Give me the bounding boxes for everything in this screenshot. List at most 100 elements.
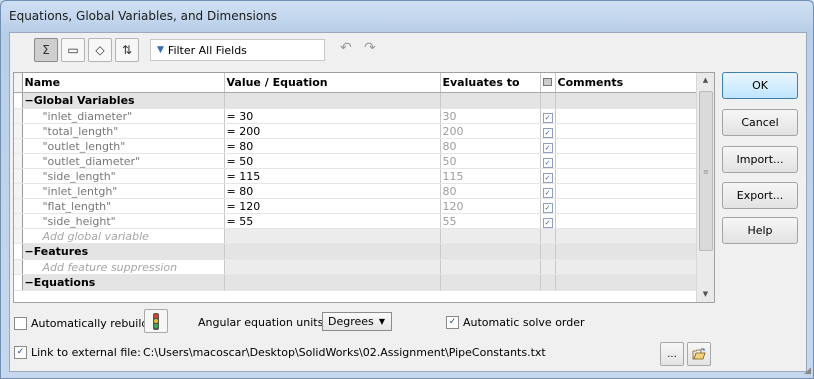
comment-cell[interactable] (555, 198, 698, 214)
variable-value[interactable]: = 80 (224, 183, 441, 199)
checkbox-box[interactable]: ✓ (14, 346, 27, 359)
rebuild-status-button[interactable] (144, 309, 168, 333)
auto-rebuild-label: Automatically rebuild (31, 317, 149, 330)
comment-cell[interactable] (555, 138, 698, 154)
import-button[interactable]: Import... (722, 146, 798, 173)
checkbox-icon[interactable]: ✓ (542, 202, 553, 213)
table-row[interactable]: "outlet_length" = 80 80 ✓ (14, 138, 698, 154)
suppress-cell[interactable]: ✓ (540, 198, 556, 214)
comment-cell[interactable] (555, 183, 698, 199)
section-features[interactable]: −Features (14, 243, 698, 260)
checkbox-icon[interactable]: ✓ (542, 157, 553, 168)
redo-icon[interactable]: ↷ (364, 40, 376, 56)
variable-name[interactable]: "total_length" (22, 123, 225, 139)
add-feature-suppression-row[interactable]: Add feature suppression (14, 259, 698, 275)
variable-value[interactable]: = 115 (224, 168, 441, 184)
sketch-equation-view-button[interactable]: ▭ (61, 38, 85, 62)
section-equations[interactable]: −Equations (14, 274, 698, 291)
column-header-value[interactable]: Value / Equation (224, 73, 441, 93)
table-row[interactable]: "flat_length" = 120 120 ✓ (14, 198, 698, 214)
open-file-button[interactable] (687, 342, 711, 366)
suppress-cell[interactable]: ✓ (540, 108, 556, 124)
checkbox-icon[interactable]: ✓ (542, 217, 553, 228)
collapse-icon[interactable]: − (25, 276, 34, 289)
variable-name[interactable]: "inlet_diameter" (22, 108, 225, 124)
section-global-variables[interactable]: −Global Variables (14, 92, 698, 109)
variable-evaluates: 80 (440, 138, 541, 154)
comment-cell[interactable] (555, 153, 698, 169)
column-header-comments[interactable]: Comments (555, 73, 698, 93)
auto-solve-label: Automatic solve order (463, 316, 585, 329)
scrollbar-thumb[interactable]: ≡ (699, 91, 713, 251)
column-header-evaluates[interactable]: Evaluates to (440, 73, 541, 93)
variable-name[interactable]: "side_length" (22, 168, 225, 184)
title-bar[interactable]: Equations, Global Variables, and Dimensi… (1, 1, 813, 33)
checkbox-icon[interactable]: ✓ (542, 142, 553, 153)
table-row[interactable]: "total_length" = 200 200 ✓ (14, 123, 698, 139)
variable-name[interactable]: "outlet_length" (22, 138, 225, 154)
checkbox-icon[interactable]: ✓ (542, 112, 553, 123)
suppress-cell[interactable]: ✓ (540, 168, 556, 184)
add-global-variable-cell[interactable]: Add global variable (22, 228, 225, 244)
resize-grip-icon[interactable]: ◢ (804, 366, 811, 376)
suppress-cell[interactable]: ✓ (540, 153, 556, 169)
help-button[interactable]: Help (722, 217, 798, 244)
angular-units-label: Angular equation units: (198, 316, 328, 329)
dimension-view-icon: ◇ (95, 43, 105, 57)
collapse-icon[interactable]: − (25, 94, 34, 107)
variable-name[interactable]: "outlet_diameter" (22, 153, 225, 169)
checkbox-icon[interactable]: ✓ (542, 172, 553, 183)
variable-value[interactable]: = 80 (224, 138, 441, 154)
auto-rebuild-checkbox[interactable]: Automatically rebuild (14, 317, 148, 330)
undo-icon[interactable]: ↶ (340, 40, 352, 56)
add-feature-suppression-cell[interactable]: Add feature suppression (22, 259, 225, 275)
variable-value[interactable]: = 120 (224, 198, 441, 214)
comment-cell[interactable] (555, 213, 698, 229)
table-row[interactable]: "side_length" = 115 115 ✓ (14, 168, 698, 184)
export-button[interactable]: Export... (722, 182, 798, 209)
header-row: Name Value / Equation Evaluates to Comme… (14, 73, 698, 93)
checkbox-icon[interactable]: ✓ (542, 127, 553, 138)
scroll-up-icon[interactable]: ▲ (697, 73, 714, 88)
suppress-cell[interactable]: ✓ (540, 123, 556, 139)
table-row[interactable]: "inlet_diameter" = 30 30 ✓ (14, 108, 698, 124)
dimension-view-button[interactable]: ◇ (88, 38, 112, 62)
checkbox-box[interactable]: ✓ (446, 316, 459, 329)
ordered-view-button[interactable]: ⇅ (115, 38, 139, 62)
collapse-icon[interactable]: − (25, 245, 34, 258)
vertical-scrollbar[interactable]: ▲ ≡ ▼ (696, 73, 714, 302)
variable-value[interactable]: = 55 (224, 213, 441, 229)
comment-cell[interactable] (555, 108, 698, 124)
variable-value[interactable]: = 200 (224, 123, 441, 139)
comment-cell[interactable] (555, 123, 698, 139)
checkbox-icon[interactable]: ✓ (542, 187, 553, 198)
table-row[interactable]: "side_height" = 55 55 ✓ (14, 213, 698, 229)
add-global-variable-row[interactable]: Add global variable (14, 228, 698, 244)
angular-units-select[interactable]: Degrees ▼ (322, 312, 392, 331)
link-external-checkbox[interactable]: ✓ Link to external file: (14, 346, 141, 359)
variable-value[interactable]: = 50 (224, 153, 441, 169)
variable-name[interactable]: "inlet_lentgh" (22, 183, 225, 199)
suppress-cell[interactable]: ✓ (540, 183, 556, 199)
column-header-name[interactable]: Name (22, 73, 225, 93)
variable-name[interactable]: "side_height" (22, 213, 225, 229)
external-file-path: C:\Users\macoscar\Desktop\SolidWorks\02.… (143, 346, 546, 359)
ok-button[interactable]: OK (722, 72, 798, 99)
variable-value[interactable]: = 30 (224, 108, 441, 124)
table-row[interactable]: "outlet_diameter" = 50 50 ✓ (14, 153, 698, 169)
browse-button[interactable]: ... (660, 342, 684, 366)
cancel-button[interactable]: Cancel (722, 109, 798, 136)
checkbox-box[interactable] (14, 317, 27, 330)
suppress-column-icon (542, 78, 552, 86)
column-header-suppress[interactable] (540, 73, 556, 93)
auto-solve-checkbox[interactable]: ✓ Automatic solve order (446, 316, 585, 329)
suppress-cell[interactable]: ✓ (540, 213, 556, 229)
comment-cell[interactable] (555, 168, 698, 184)
traffic-light-icon (153, 312, 159, 330)
scroll-down-icon[interactable]: ▼ (697, 287, 714, 302)
variable-name[interactable]: "flat_length" (22, 198, 225, 214)
suppress-cell[interactable]: ✓ (540, 138, 556, 154)
table-row[interactable]: "inlet_lentgh" = 80 80 ✓ (14, 183, 698, 199)
filter-input[interactable]: ▼ Filter All Fields (150, 39, 325, 61)
equation-view-button[interactable]: Σ (34, 38, 58, 62)
